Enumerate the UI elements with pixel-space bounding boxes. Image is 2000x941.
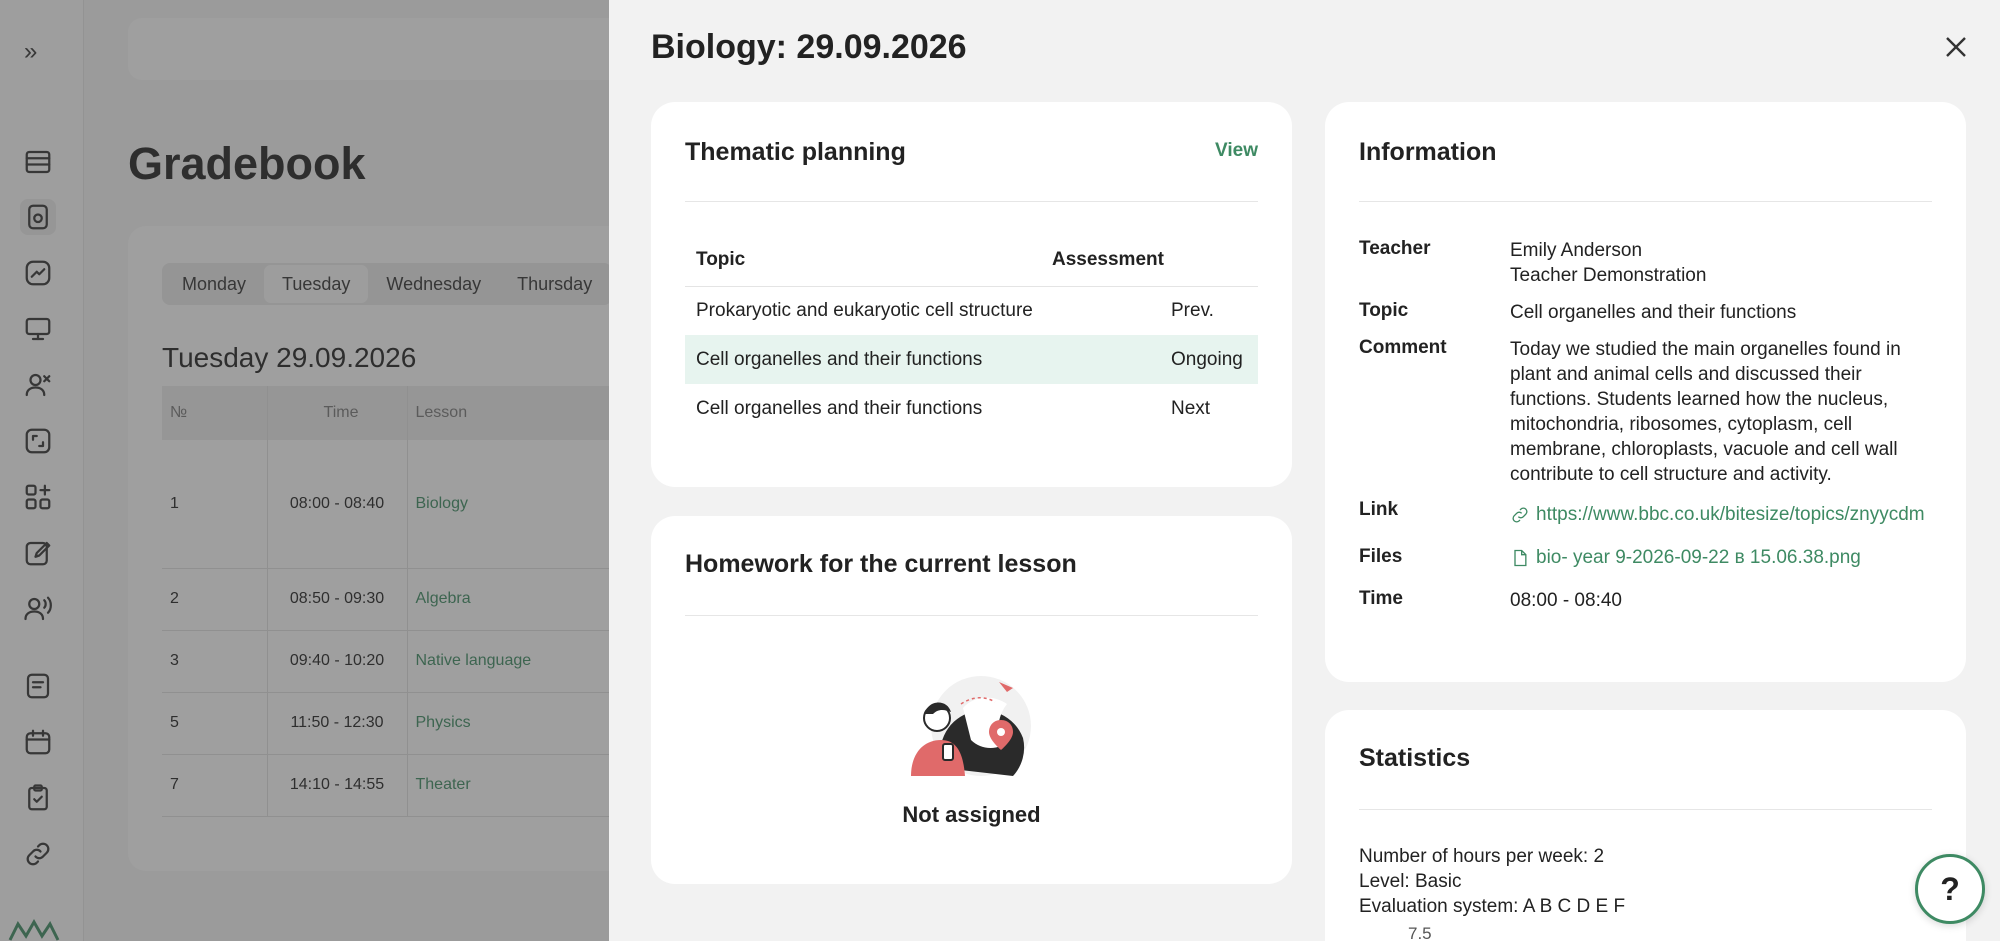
statistics-heading: Statistics: [1359, 744, 1471, 772]
teacher-label: Teacher: [1359, 238, 1431, 259]
homework-heading: Homework for the current lesson: [685, 550, 1077, 578]
file-icon: [1514, 549, 1527, 566]
thematic-planning-card: Thematic planning View Topic Assessment …: [651, 102, 1292, 487]
lesson-detail-panel: Biology: 29.09.2026 Thematic planning Vi…: [609, 0, 2000, 941]
not-assigned-text: Not assigned: [902, 802, 1041, 827]
view-link[interactable]: View: [1215, 140, 1258, 162]
homework-card: Homework for the current lesson Not assi…: [651, 516, 1292, 884]
column-header-assessment: Assessment: [1041, 234, 1258, 287]
help-button[interactable]: ?: [1915, 854, 1985, 924]
time-label: Time: [1359, 588, 1404, 609]
teacher-role: Teacher Demonstration: [1510, 265, 1707, 286]
table-row[interactable]: Cell organelles and their functions Next: [685, 384, 1258, 433]
topic-status: Prev.: [1171, 299, 1214, 321]
table-row-current[interactable]: Cell organelles and their functions Ongo…: [685, 335, 1258, 384]
statistics-card: Statistics Number of hours per week: 2 L…: [1325, 710, 1966, 941]
divider: [1359, 809, 1932, 810]
link-label: Link: [1359, 499, 1399, 520]
time-value: 08:00 - 08:40: [1510, 590, 1622, 611]
divider: [1359, 201, 1932, 202]
topic-name: Prokaryotic and eukaryotic cell structur…: [696, 299, 1033, 321]
file-value[interactable]: bio- year 9-2026-09-22 в 15.06.38.png: [1510, 545, 1950, 570]
link-value[interactable]: https://www.bbc.co.uk/bitesize/topics/zn…: [1510, 502, 1950, 527]
files-label: Files: [1359, 546, 1403, 567]
topic-name: Cell organelles and their functions: [685, 335, 1041, 384]
topic-status: Next: [1171, 397, 1211, 419]
chart-tick-label: 7.5: [1408, 924, 1432, 941]
divider: [685, 201, 1258, 202]
evaluation-system: Evaluation system: A B C D E F: [1359, 896, 1626, 917]
comment-label: Comment: [1359, 337, 1447, 358]
comment-value: Today we studied the main organelles fou…: [1510, 339, 1901, 485]
topic-label: Topic: [1359, 300, 1409, 321]
column-header-topic: Topic: [685, 234, 1041, 287]
level: Level: Basic: [1359, 871, 1462, 892]
thematic-heading: Thematic planning: [685, 138, 906, 166]
file-name[interactable]: bio- year 9-2026-09-22 в 15.06.38.png: [1536, 545, 1861, 570]
information-heading: Information: [1359, 138, 1497, 166]
panel-title: Biology: 29.09.2026: [651, 28, 967, 66]
modal-backdrop[interactable]: [0, 0, 609, 941]
topic-name: Cell organelles and their functions: [696, 397, 983, 419]
information-card: Information Teacher Emily Anderson Teach…: [1325, 102, 1966, 682]
hours-per-week: Number of hours per week: 2: [1359, 846, 1605, 867]
link-url[interactable]: https://www.bbc.co.uk/bitesize/topics/zn…: [1536, 502, 1925, 527]
table-row[interactable]: Prokaryotic and eukaryotic cell structur…: [685, 286, 1258, 335]
topics-table: Topic Assessment Prokaryotic and eukaryo…: [685, 234, 1258, 433]
close-icon[interactable]: [1939, 30, 1973, 64]
teacher-name: Emily Anderson: [1510, 240, 1643, 261]
divider: [685, 615, 1258, 616]
topic-status: Ongoing: [1041, 335, 1258, 384]
empty-state-illustration: [911, 676, 1031, 776]
topic-value: Cell organelles and their functions: [1510, 302, 1797, 323]
link-icon: [1512, 506, 1528, 523]
